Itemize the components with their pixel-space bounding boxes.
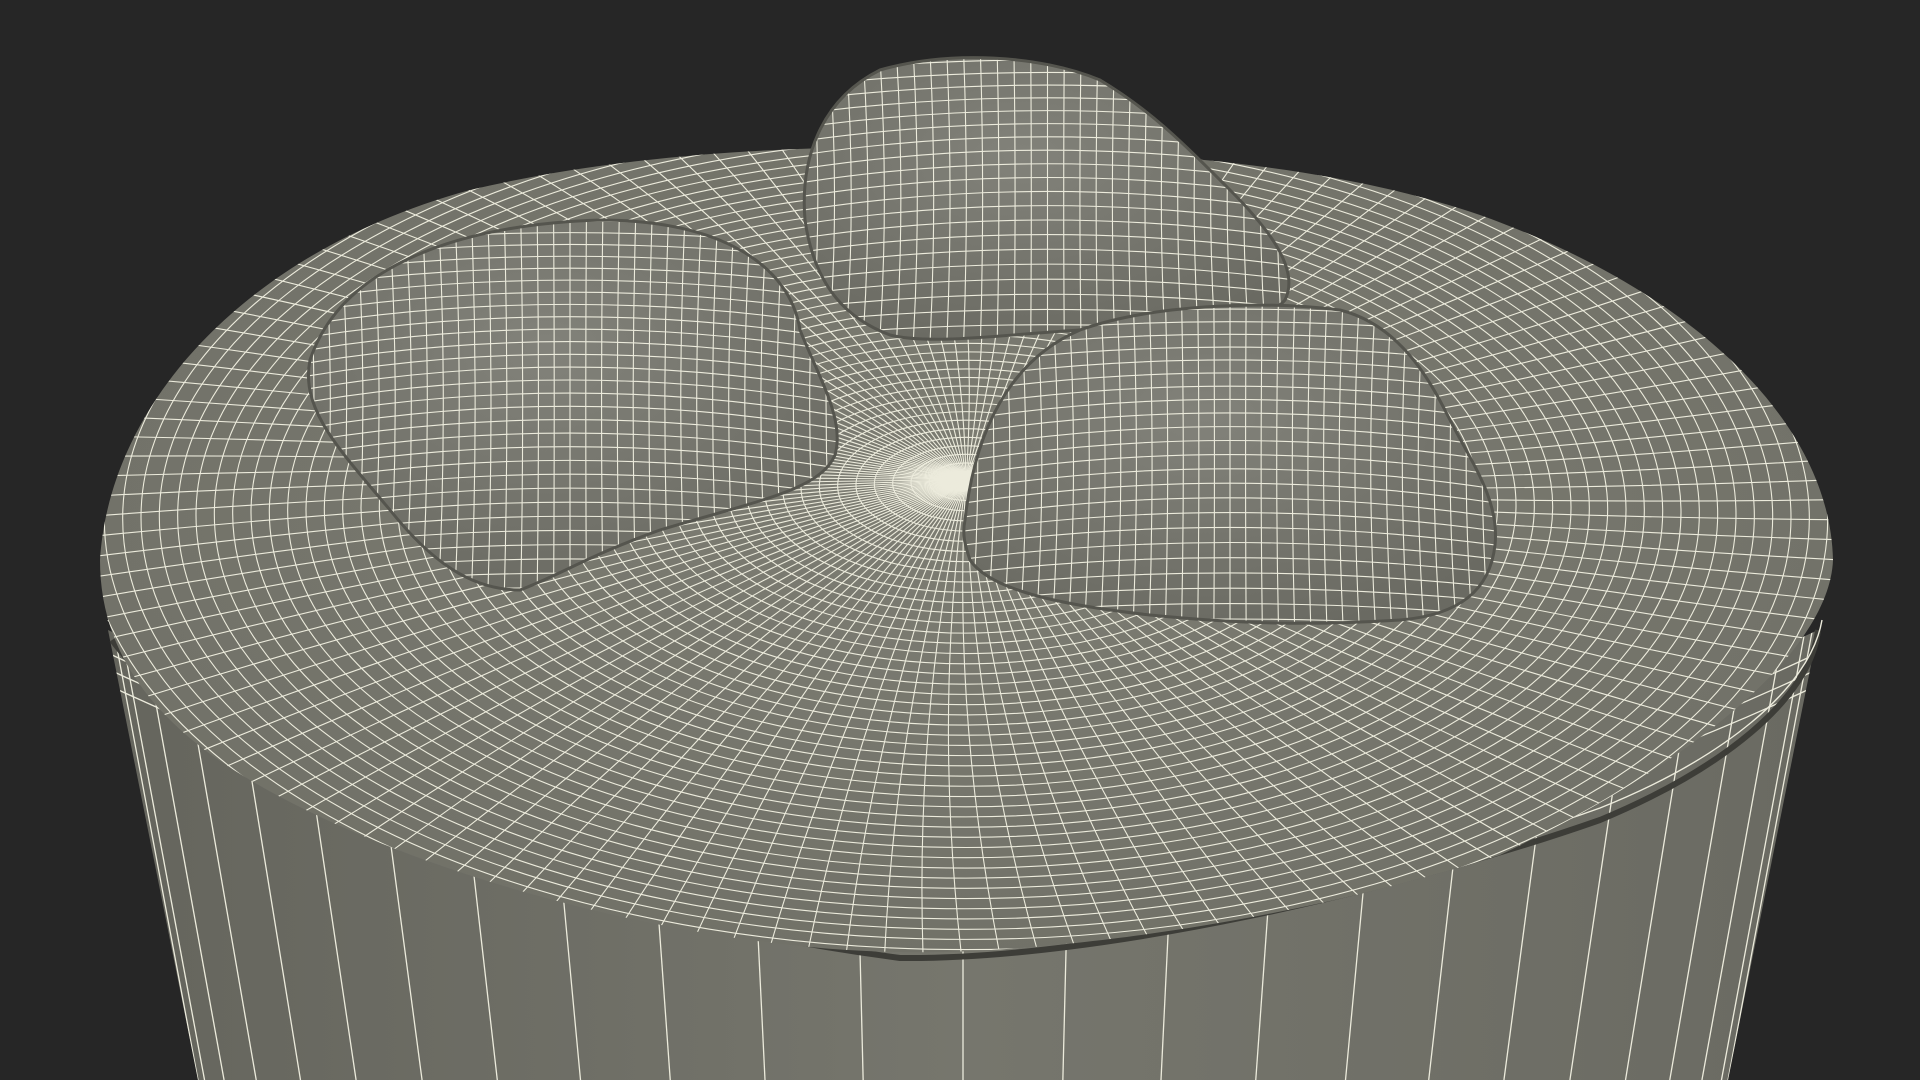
wireframe-model-render xyxy=(100,56,1833,1080)
bump-top xyxy=(802,56,1291,341)
3d-viewport[interactable] xyxy=(0,0,1920,1080)
